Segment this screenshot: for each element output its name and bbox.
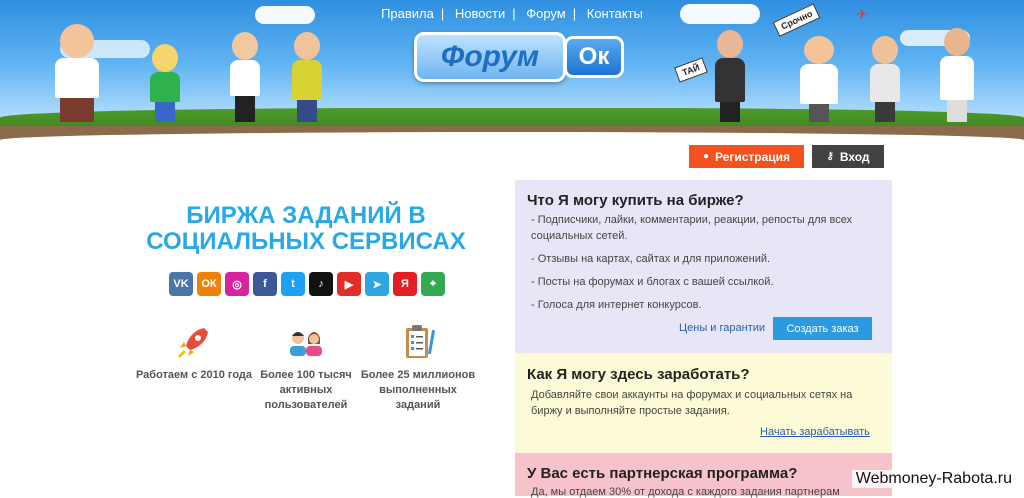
cartoon-character: [292, 32, 322, 122]
buy-box-title: Что Я могу купить на бирже?: [527, 192, 744, 209]
user-icon: ●: [702, 151, 709, 162]
list-item: - Голоса для интернет конкурсов.: [531, 299, 702, 311]
list-item: - Посты на форумах и блогах с вашей ссыл…: [531, 276, 774, 288]
yandex-icon[interactable]: Я: [393, 272, 417, 296]
register-label: Регистрация: [714, 149, 791, 164]
cartoon-character: [940, 28, 974, 122]
watermark: Webmoney-Rabota.ru: [851, 470, 1016, 488]
users-icon: [246, 322, 366, 362]
nav-news[interactable]: Новости: [455, 6, 505, 21]
google-maps-icon[interactable]: ⌖: [421, 272, 445, 296]
top-nav: Правила | Новости | Форум | Контакты: [381, 6, 643, 21]
feature-experience: Работаем с 2010 года: [134, 322, 254, 383]
odnoklassniki-icon[interactable]: ОК: [197, 272, 221, 296]
register-button[interactable]: ● Регистрация: [689, 145, 804, 168]
buy-info-box: Что Я могу купить на бирже? - Подписчики…: [515, 180, 892, 353]
cartoon-character: [715, 30, 745, 122]
nav-rules[interactable]: Правила: [381, 6, 434, 21]
partner-info-box: У Вас есть партнерская программа? Да, мы…: [515, 453, 892, 498]
prices-guarantees-link[interactable]: Цены и гарантии: [679, 322, 765, 334]
vk-icon[interactable]: VK: [169, 272, 193, 296]
earn-box-text: Добавляйте свои аккаунты на форумах и со…: [531, 389, 853, 417]
login-label: Вход: [839, 149, 870, 164]
partner-box-title: У Вас есть партнерская программа?: [527, 465, 798, 482]
earn-info-box: Как Я могу здесь заработать? Добавляйте …: [515, 353, 892, 453]
earn-box-title: Как Я могу здесь заработать?: [527, 366, 750, 383]
start-earning-link[interactable]: Начать зарабатывать: [760, 426, 870, 438]
banner-sign: ТАЙ: [674, 57, 708, 83]
cartoon-character: [870, 36, 900, 122]
clipboard-icon: [358, 322, 478, 362]
facebook-icon[interactable]: f: [253, 272, 277, 296]
telegram-icon[interactable]: ➤: [365, 272, 389, 296]
key-icon: ⚷: [826, 151, 834, 162]
create-order-button[interactable]: Создать заказ: [773, 317, 872, 340]
login-button[interactable]: ⚷ Вход: [812, 145, 884, 168]
header-banner: Срочно ТАЙ ✈ Правила | Новости | Форум | Ко…: [0, 0, 1024, 140]
logo-text-part2: Ок: [564, 36, 624, 78]
twitter-icon[interactable]: t: [281, 272, 305, 296]
instagram-icon[interactable]: ◎: [225, 272, 249, 296]
feature-tasks: Более 25 миллионов выполненных заданий: [358, 322, 478, 413]
logo-text-part1: Форум: [414, 32, 566, 82]
list-item: - Подписчики, лайки, комментарии, реакци…: [531, 214, 853, 242]
cartoon-character: [230, 32, 260, 122]
rocket-icon: [134, 322, 254, 362]
site-logo[interactable]: Форум Ок: [414, 32, 624, 82]
cartoon-character: [150, 44, 180, 122]
cartoon-character: [800, 36, 838, 122]
list-item: - Отзывы на картах, сайтах и для приложе…: [531, 253, 771, 265]
nav-forum[interactable]: Форум: [526, 6, 566, 21]
tiktok-icon[interactable]: ♪: [309, 272, 333, 296]
youtube-icon[interactable]: ▶: [337, 272, 361, 296]
social-icons: VK ОК ◎ f t ♪ ▶ ➤ Я ⌖: [169, 272, 445, 296]
page-title: БИРЖА ЗАДАНИЙ В СОЦИАЛЬНЫХ СЕРВИСАХ: [146, 202, 466, 255]
buy-box-list: - Подписчики, лайки, комментарии, реакци…: [531, 212, 876, 313]
nav-contacts[interactable]: Контакты: [587, 6, 643, 21]
partner-box-text: Да, мы отдаем 30% от дохода с каждого за…: [531, 486, 840, 498]
cartoon-character: [55, 24, 99, 122]
feature-users: Более 100 тысяч активных пользователей: [246, 322, 366, 413]
